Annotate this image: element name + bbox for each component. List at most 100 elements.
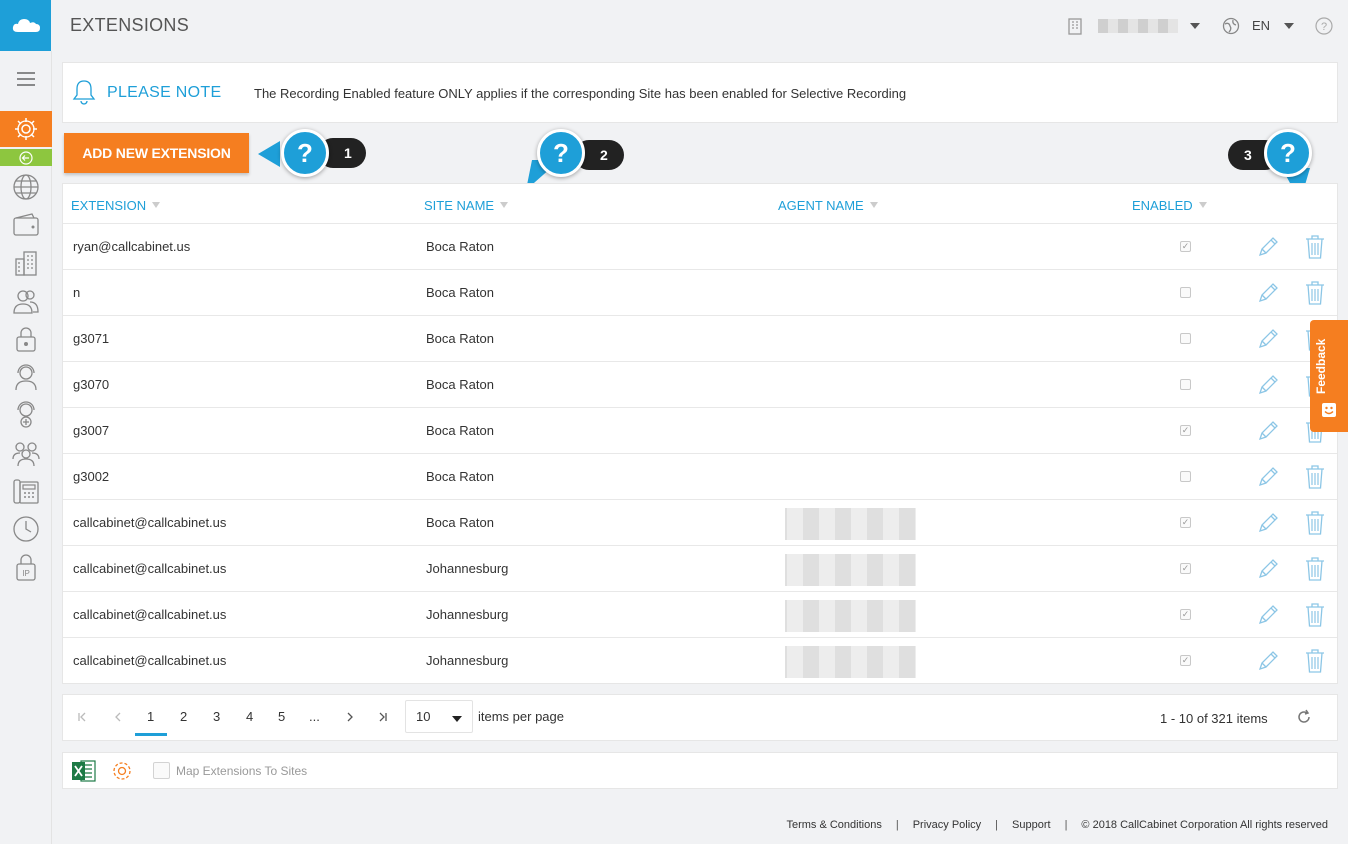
edit-icon[interactable] bbox=[1255, 418, 1281, 447]
column-header-enabled[interactable]: ENABLED bbox=[1132, 198, 1207, 213]
delete-icon[interactable] bbox=[1304, 556, 1326, 585]
page-number[interactable]: 3 bbox=[213, 709, 220, 724]
filter-icon[interactable] bbox=[152, 202, 161, 208]
sidebar-item-globe[interactable] bbox=[10, 171, 42, 203]
page-number[interactable]: 5 bbox=[278, 709, 285, 724]
building-icon bbox=[1068, 17, 1082, 35]
sidebar-item-security[interactable] bbox=[10, 323, 42, 355]
page-ellipsis[interactable]: ... bbox=[309, 709, 320, 724]
lock-icon bbox=[16, 327, 36, 352]
table-row[interactable]: g3071 Boca Raton bbox=[63, 315, 1337, 361]
help-hint-3[interactable]: ? bbox=[1264, 129, 1312, 177]
table-row[interactable]: callcabinet@callcabinet.us Johannesburg ✓ bbox=[63, 591, 1337, 637]
feedback-label: Feedback bbox=[1314, 338, 1328, 394]
page-number[interactable]: 4 bbox=[246, 709, 253, 724]
sidebar-item-settings[interactable] bbox=[0, 111, 52, 147]
help-hint-1[interactable]: ? bbox=[281, 129, 329, 177]
delete-icon[interactable] bbox=[1304, 648, 1326, 677]
language-selector[interactable]: EN bbox=[1252, 18, 1270, 33]
table-row[interactable]: g3070 Boca Raton bbox=[63, 361, 1337, 407]
language-dropdown-caret[interactable] bbox=[1284, 22, 1294, 29]
table-row[interactable]: g3002 Boca Raton bbox=[63, 453, 1337, 499]
edit-icon[interactable] bbox=[1255, 464, 1281, 493]
globe-icon[interactable] bbox=[1222, 17, 1240, 35]
edit-icon[interactable] bbox=[1255, 372, 1281, 401]
enabled-checkbox bbox=[1180, 471, 1191, 482]
column-header-site-name[interactable]: SITE NAME bbox=[424, 198, 509, 213]
edit-icon[interactable] bbox=[1255, 556, 1281, 585]
enabled-checkbox: ✓ bbox=[1180, 609, 1191, 620]
users-icon bbox=[13, 290, 39, 314]
ip-lock-icon: IP bbox=[16, 554, 36, 581]
edit-icon[interactable] bbox=[1255, 234, 1281, 263]
wallet-icon bbox=[13, 213, 39, 236]
table-row[interactable]: g3007 Boca Raton ✓ bbox=[63, 407, 1337, 453]
sidebar-item-wallet[interactable] bbox=[10, 209, 42, 241]
footer-link-terms[interactable]: Terms & Conditions bbox=[786, 819, 881, 831]
agent-name-redacted bbox=[771, 646, 916, 678]
sidebar-item-buildings[interactable] bbox=[10, 247, 42, 279]
tenant-dropdown-caret[interactable] bbox=[1189, 22, 1200, 29]
sidebar-item-users[interactable] bbox=[10, 285, 42, 317]
delete-icon[interactable] bbox=[1304, 234, 1326, 263]
delete-icon[interactable] bbox=[1304, 602, 1326, 631]
filter-icon[interactable] bbox=[500, 202, 509, 208]
add-agent-icon bbox=[17, 401, 35, 428]
excel-export-icon[interactable] bbox=[71, 759, 97, 783]
column-header-label: EXTENSION bbox=[71, 198, 147, 213]
delete-icon[interactable] bbox=[1304, 464, 1326, 493]
map-extensions-checkbox[interactable] bbox=[153, 762, 170, 779]
sidebar-item-phones[interactable] bbox=[10, 475, 42, 507]
last-page-icon[interactable] bbox=[378, 712, 388, 722]
globe-icon bbox=[13, 174, 39, 200]
site-name-cell: Johannesburg bbox=[426, 653, 509, 668]
tenant-name-redacted[interactable] bbox=[1097, 18, 1178, 33]
feedback-tab[interactable]: Feedback bbox=[1310, 320, 1348, 432]
sidebar-item-ip-security[interactable]: IP bbox=[10, 551, 42, 583]
sidebar-collapse-button[interactable] bbox=[0, 149, 52, 166]
table-row[interactable]: ryan@callcabinet.us Boca Raton ✓ bbox=[63, 223, 1337, 269]
edit-icon[interactable] bbox=[1255, 280, 1281, 309]
page-size-select[interactable]: 10 bbox=[405, 700, 473, 733]
sidebar-item-agents[interactable] bbox=[10, 361, 42, 393]
filter-icon[interactable] bbox=[869, 202, 878, 208]
help-icon[interactable]: ? bbox=[1314, 16, 1334, 36]
logo[interactable] bbox=[0, 0, 51, 51]
previous-page-icon[interactable] bbox=[113, 712, 123, 722]
next-page-icon[interactable] bbox=[345, 712, 355, 722]
edit-icon[interactable] bbox=[1255, 326, 1281, 355]
table-row[interactable]: callcabinet@callcabinet.us Boca Raton ✓ bbox=[63, 499, 1337, 545]
footer-link-privacy[interactable]: Privacy Policy bbox=[913, 819, 981, 831]
footer-link-support[interactable]: Support bbox=[1012, 819, 1051, 831]
sidebar-item-groups[interactable] bbox=[10, 437, 42, 469]
refresh-icon[interactable] bbox=[1296, 709, 1312, 725]
first-page-icon[interactable] bbox=[77, 712, 87, 722]
sidebar: IP bbox=[0, 51, 52, 844]
note-title: PLEASE NOTE bbox=[107, 84, 222, 101]
page-title: EXTENSIONS bbox=[70, 15, 190, 35]
sidebar-item-history[interactable] bbox=[10, 513, 42, 545]
delete-icon[interactable] bbox=[1304, 510, 1326, 539]
pagination-info: 1 - 10 of 321 items bbox=[1160, 711, 1268, 726]
help-hint-2[interactable]: ? bbox=[537, 129, 585, 177]
hamburger-menu-icon[interactable] bbox=[10, 63, 42, 95]
table-row[interactable]: callcabinet@callcabinet.us Johannesburg ✓ bbox=[63, 545, 1337, 591]
edit-icon[interactable] bbox=[1255, 648, 1281, 677]
delete-icon[interactable] bbox=[1304, 280, 1326, 309]
add-new-extension-button[interactable]: ADD NEW EXTENSION bbox=[64, 133, 249, 173]
edit-icon[interactable] bbox=[1255, 602, 1281, 631]
clock-icon bbox=[13, 516, 39, 542]
filter-icon[interactable] bbox=[1198, 202, 1207, 208]
column-header-extension[interactable]: EXTENSION bbox=[71, 198, 161, 213]
site-name-cell: Boca Raton bbox=[426, 469, 494, 484]
page-number[interactable]: 1 bbox=[147, 709, 154, 724]
extension-cell: g3071 bbox=[73, 331, 110, 346]
page-number[interactable]: 2 bbox=[180, 709, 187, 724]
table-row[interactable]: callcabinet@callcabinet.us Johannesburg ✓ bbox=[63, 637, 1337, 683]
sidebar-item-add-agent[interactable] bbox=[10, 399, 42, 431]
edit-icon[interactable] bbox=[1255, 510, 1281, 539]
table-row[interactable]: n Boca Raton bbox=[63, 269, 1337, 315]
tools-bar: Map Extensions To Sites bbox=[62, 752, 1338, 789]
column-header-agent-name[interactable]: AGENT NAME bbox=[778, 198, 878, 213]
settings-icon[interactable] bbox=[110, 759, 134, 783]
